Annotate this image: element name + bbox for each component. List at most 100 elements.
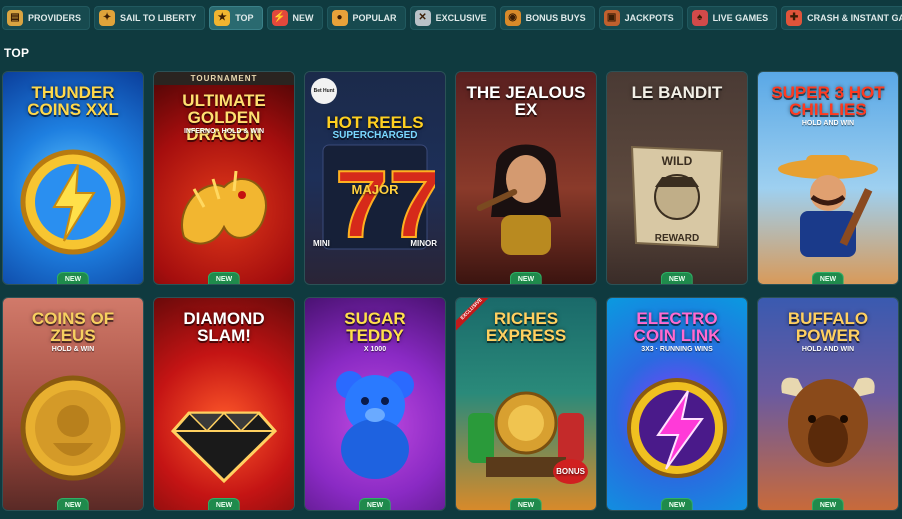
game-emblem-icon (768, 363, 888, 488)
game-title-line2: Chillies (789, 100, 867, 119)
game-title-line1: Sugar (344, 309, 406, 328)
category-label: Popular (352, 13, 397, 23)
game-tile-sugar-teddy-x1000[interactable]: Sugar Teddy x 1000 NEW (304, 297, 446, 511)
game-subtitle: Inferno · Hold & Win (183, 128, 265, 135)
coin-bag-icon: ◉ (504, 10, 521, 26)
game-emblem-icon (622, 373, 732, 488)
game-emblem-icon (18, 147, 128, 262)
game-emblem-icon (768, 147, 888, 262)
game-title-line2: Coins XXL (27, 100, 119, 119)
lightning-icon: ⚡ (271, 10, 288, 26)
game-emblem-icon (169, 393, 279, 488)
category-popular[interactable]: ● Popular (326, 6, 406, 30)
game-title-line1: Electro (636, 309, 718, 328)
game-title-line2: Power (795, 326, 861, 345)
tournament-ribbon: TOURNAMENT (154, 72, 294, 85)
category-label: Exclusive (435, 13, 487, 23)
new-badge: NEW (56, 272, 90, 284)
game-tile-diamond-slam[interactable]: Diamond Slam! NEW (153, 297, 295, 511)
section-title: TOP (4, 46, 30, 60)
game-title-line1: Diamond (183, 309, 265, 328)
category-label: Crash & Instant Games (807, 13, 902, 23)
game-title-line1: Ultimate (182, 91, 266, 110)
new-badge: NEW (811, 498, 845, 510)
category-top[interactable]: ★ Top (209, 6, 263, 30)
wild-label: WILD (661, 154, 693, 168)
provider-logo: Bet Hunt (311, 78, 337, 104)
category-label: New (292, 13, 314, 23)
new-badge: NEW (811, 272, 845, 284)
game-title: Ultimate Golden Dragon (158, 92, 290, 143)
game-subtitle: x 1000 (363, 346, 387, 353)
category-sail-to-liberty[interactable]: ✦ Sail to Liberty (94, 6, 206, 30)
game-tile-buffalo-power[interactable]: Buffalo Power Hold and Win NEW (757, 297, 899, 511)
providers-icon: ▤ (7, 10, 23, 26)
new-badge: NEW (660, 272, 694, 284)
game-title: Le Bandit (611, 84, 743, 101)
game-subtitle: Hold & Win (51, 346, 95, 353)
category-bonus-buys[interactable]: ◉ Bonus Buys (499, 6, 595, 30)
reward-label: REWARD (654, 233, 700, 244)
category-providers[interactable]: ▤ Providers (2, 6, 91, 30)
category-exclusive[interactable]: ✕ Exclusive (409, 6, 496, 30)
game-tile-thunder-coins-xxl[interactable]: Thunder Coins XXL NEW (2, 71, 144, 285)
game-title-line1: Le Bandit (631, 83, 723, 102)
new-badge: NEW (207, 498, 241, 510)
game-tile-super-3-hot-chillies[interactable]: Super 3 Hot Chillies Hold and Win NEW (757, 71, 899, 285)
mini-label: MINI (313, 239, 330, 248)
game-emblem-icon (320, 363, 430, 488)
game-tile-hot-reels-supercharged[interactable]: Bet Hunt Hot Reels Supercharged 77 MAJOR MINI… (304, 71, 446, 285)
category-label: Live Games (712, 13, 769, 23)
new-badge: NEW (660, 498, 694, 510)
game-tile-coins-of-zeus[interactable]: Coins of Zeus Hold & Win NEW (2, 297, 144, 511)
gamepad-icon: ✚ (786, 10, 803, 26)
bonus-label: BONUS (553, 459, 588, 484)
game-title: Electro Coin Link (611, 310, 743, 344)
game-title-line1: Super 3 Hot (771, 83, 885, 102)
game-title-line1: Hot Reels (326, 113, 424, 132)
minor-label: MINOR (410, 239, 437, 248)
treasure-chest-icon: ▣ (603, 10, 620, 26)
coin-icon: ● (331, 10, 348, 26)
crossed-swords-icon: ✕ (414, 10, 431, 26)
category-label: Sail to Liberty (120, 13, 197, 23)
game-tile-ultimate-golden-dragon-inferno[interactable]: TOURNAMENT Ultimate Golden Dragon Inferno ·… (153, 71, 295, 285)
category-bar: ▤ Providers ✦ Sail to Liberty ★ Top ⚡ New ● Popul… (0, 0, 902, 36)
game-title: Sugar Teddy (309, 310, 441, 344)
game-title-line2: Zeus (50, 326, 96, 345)
game-title-line2: Golden Dragon (186, 108, 262, 144)
category-label: Jackpots (624, 13, 674, 23)
new-badge: NEW (509, 272, 543, 284)
game-title-line1: Riches (493, 309, 559, 328)
category-jackpots[interactable]: ▣ Jackpots (598, 6, 683, 30)
game-tile-electro-coin-link[interactable]: Electro Coin Link 3x3 · Running Wins NEW (606, 297, 748, 511)
game-subtitle: Hold and Win (801, 346, 855, 353)
game-emblem-icon (471, 127, 581, 262)
cards-icon: ♠ (691, 10, 708, 26)
game-emblem-icon (164, 147, 284, 262)
star-icon: ★ (214, 10, 231, 26)
compass-icon: ✦ (99, 10, 116, 26)
category-live-games[interactable]: ♠ Live Games (686, 6, 778, 30)
category-label: Providers (28, 13, 82, 23)
new-badge: NEW (207, 272, 241, 284)
game-title-line2: Teddy (346, 326, 404, 345)
game-subtitle: Hold and Win (801, 120, 855, 127)
game-tile-le-bandit[interactable]: Le Bandit WILD REWARD NEW (606, 71, 748, 285)
game-title-line2: Coin Link (633, 326, 721, 345)
category-crash-instant-games[interactable]: ✚ Crash & Instant Games (781, 6, 902, 30)
category-label: Bonus Buys (525, 13, 586, 23)
game-emblem-icon (18, 373, 128, 488)
game-title: Super 3 Hot Chillies (762, 84, 894, 118)
game-title: Thunder Coins XXL (7, 84, 139, 118)
category-new[interactable]: ⚡ New (266, 6, 323, 30)
game-tile-riches-express[interactable]: EXCLUSIVE Riches Express BONUS NEW (455, 297, 597, 511)
game-title-line1: The Jealous Ex (466, 83, 586, 119)
new-badge: NEW (56, 498, 90, 510)
game-title-line1: Buffalo (787, 309, 869, 328)
game-title-line1: Coins of (31, 309, 115, 328)
game-tile-the-jealous-ex[interactable]: The Jealous Ex NEW (455, 71, 597, 285)
game-title-line2: Express (485, 326, 567, 345)
game-title: Diamond Slam! (158, 310, 290, 344)
game-grid: Thunder Coins XXL NEW TOURNAMENT Ultimate Gol… (2, 71, 900, 519)
